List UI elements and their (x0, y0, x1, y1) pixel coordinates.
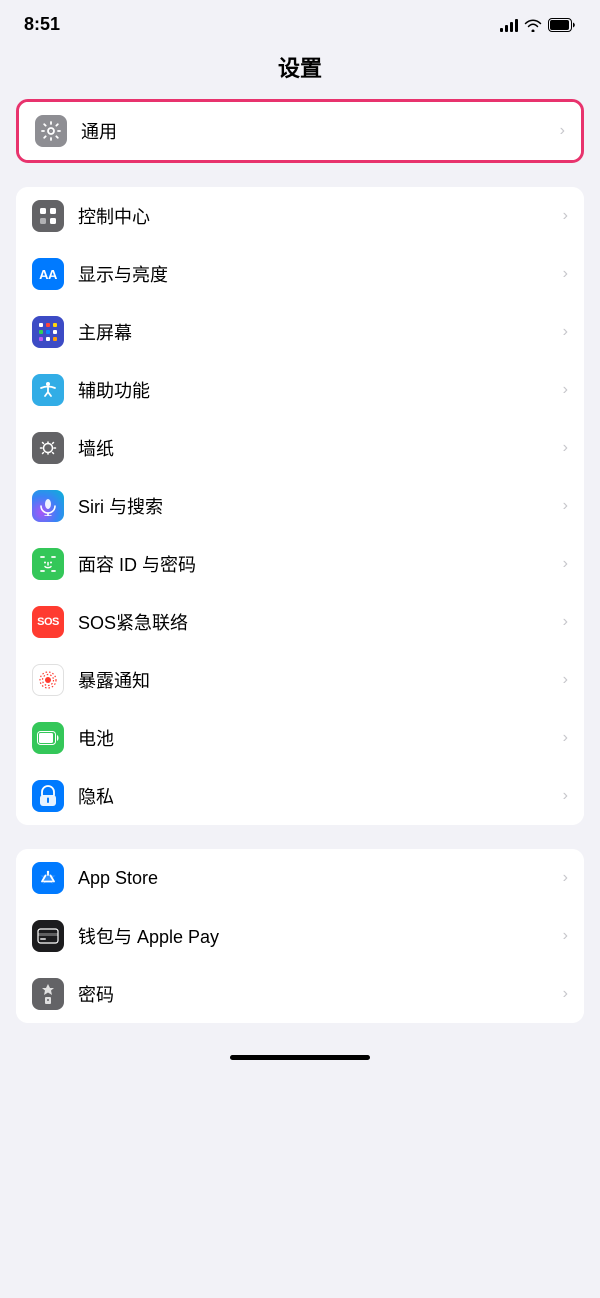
accessibility-chevron: › (563, 381, 568, 399)
accessibility-label: 辅助功能 (78, 377, 563, 403)
status-bar: 8:51 (0, 0, 600, 43)
settings-row-home-screen[interactable]: 主屏幕 › (16, 303, 584, 361)
general-chevron: › (560, 122, 565, 140)
battery-chevron: › (563, 729, 568, 747)
app-store-label: App Store (78, 868, 563, 889)
home-screen-icon (32, 316, 64, 348)
siri-label: Siri 与搜索 (78, 493, 563, 519)
exposure-chevron: › (563, 671, 568, 689)
status-icons (500, 18, 576, 32)
settings-group-apps: App Store › 钱包与 Apple Pay › 密码 › (16, 849, 584, 1023)
settings-row-wallpaper[interactable]: 墙纸 › (16, 419, 584, 477)
passwords-chevron: › (563, 985, 568, 1003)
privacy-icon (32, 780, 64, 812)
settings-row-app-store[interactable]: App Store › (16, 849, 584, 907)
settings-row-sos[interactable]: SOS SOS紧急联络 › (16, 593, 584, 651)
wallet-icon (32, 920, 64, 952)
general-icon (35, 115, 67, 147)
display-chevron: › (563, 265, 568, 283)
wallpaper-icon (32, 432, 64, 464)
status-time: 8:51 (24, 14, 60, 35)
siri-chevron: › (563, 497, 568, 515)
settings-row-face-id[interactable]: 面容 ID 与密码 › (16, 535, 584, 593)
privacy-chevron: › (563, 787, 568, 805)
settings-row-exposure[interactable]: 暴露通知 › (16, 651, 584, 709)
home-screen-chevron: › (563, 323, 568, 341)
sos-label: SOS紧急联络 (78, 609, 563, 635)
passwords-icon (32, 978, 64, 1010)
settings-group-display: 控制中心 › AA 显示与亮度 › 主屏幕 › (16, 187, 584, 825)
settings-row-siri[interactable]: Siri 与搜索 › (16, 477, 584, 535)
page-title: 设置 (0, 43, 600, 99)
battery-icon (548, 18, 576, 32)
display-icon: AA (32, 258, 64, 290)
wallet-chevron: › (563, 927, 568, 945)
wifi-icon (524, 18, 542, 32)
battery-settings-icon (32, 722, 64, 754)
sos-icon: SOS (32, 606, 64, 638)
display-icon-text: AA (39, 267, 57, 282)
exposure-icon (32, 664, 64, 696)
settings-row-general[interactable]: 通用 › (19, 102, 581, 160)
control-center-label: 控制中心 (78, 203, 563, 229)
home-screen-label: 主屏幕 (78, 319, 563, 345)
sos-chevron: › (563, 613, 568, 631)
display-label: 显示与亮度 (78, 261, 563, 287)
general-label: 通用 (81, 118, 560, 144)
home-bar (230, 1055, 370, 1060)
settings-group-general: 通用 › (16, 99, 584, 163)
face-id-chevron: › (563, 555, 568, 573)
settings-row-privacy[interactable]: 隐私 › (16, 767, 584, 825)
passwords-label: 密码 (78, 981, 563, 1007)
control-center-icon (32, 200, 64, 232)
wallpaper-chevron: › (563, 439, 568, 457)
accessibility-icon (32, 374, 64, 406)
app-store-icon (32, 862, 64, 894)
exposure-label: 暴露通知 (78, 667, 563, 693)
face-id-icon (32, 548, 64, 580)
home-indicator (0, 1047, 600, 1064)
settings-row-wallet[interactable]: 钱包与 Apple Pay › (16, 907, 584, 965)
wallpaper-label: 墙纸 (78, 435, 563, 461)
settings-row-passwords[interactable]: 密码 › (16, 965, 584, 1023)
settings-row-accessibility[interactable]: 辅助功能 › (16, 361, 584, 419)
settings-row-battery[interactable]: 电池 › (16, 709, 584, 767)
sos-icon-text: SOS (37, 616, 59, 628)
cellular-signal-icon (500, 18, 518, 32)
battery-label: 电池 (78, 725, 563, 751)
settings-row-control-center[interactable]: 控制中心 › (16, 187, 584, 245)
settings-row-display[interactable]: AA 显示与亮度 › (16, 245, 584, 303)
control-center-chevron: › (563, 207, 568, 225)
app-store-chevron: › (563, 869, 568, 887)
face-id-label: 面容 ID 与密码 (78, 551, 563, 577)
wallet-label: 钱包与 Apple Pay (78, 923, 563, 949)
privacy-label: 隐私 (78, 783, 563, 809)
siri-icon (32, 490, 64, 522)
